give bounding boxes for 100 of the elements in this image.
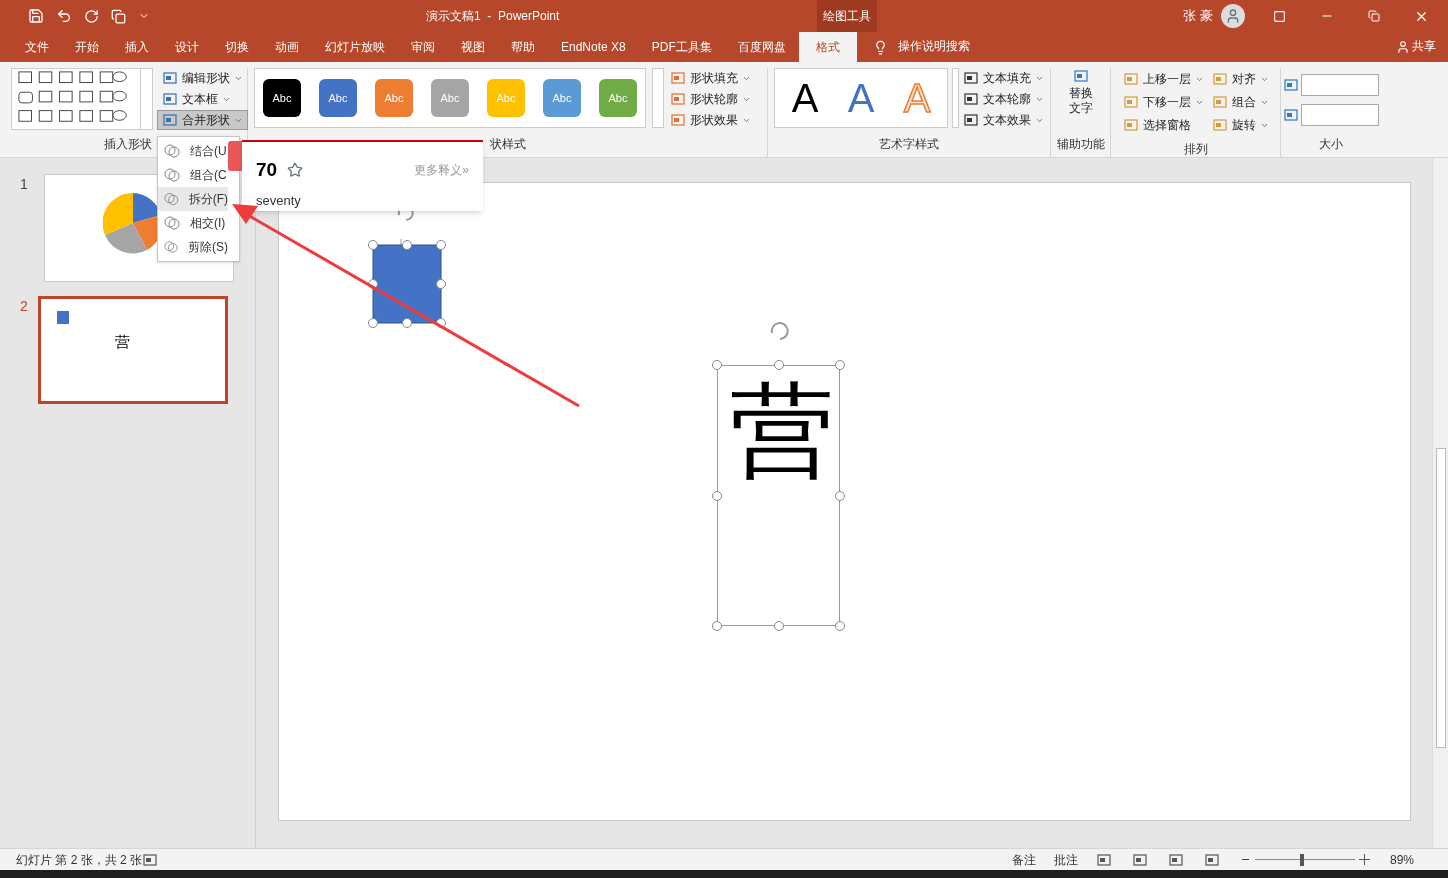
avatar[interactable] xyxy=(1221,4,1245,28)
save-icon[interactable] xyxy=(28,8,44,24)
ribbon-command[interactable]: 对齐 xyxy=(1211,68,1269,90)
ribbon-command[interactable]: 文本框 xyxy=(157,89,248,109)
window-title: 演示文稿1 - PowerPoint xyxy=(426,8,560,25)
wordart-sample[interactable]: A xyxy=(777,78,833,118)
command-icon xyxy=(1211,71,1228,87)
command-icon xyxy=(1122,94,1139,110)
ribbon-tab[interactable]: 插入 xyxy=(112,32,162,62)
gallery-scrollbar[interactable] xyxy=(141,68,153,130)
slide-text: 营 xyxy=(730,379,834,483)
ribbon-tab[interactable]: 帮助 xyxy=(498,32,548,62)
command-icon xyxy=(162,112,178,128)
ribbon-tab[interactable]: 设计 xyxy=(162,32,212,62)
ribbon-command[interactable]: 文本轮廓 xyxy=(963,89,1044,109)
group-label: 状样式 xyxy=(490,137,526,151)
gallery-scrollbar[interactable] xyxy=(652,68,664,128)
context-tab-label: 绘图工具 xyxy=(817,0,878,32)
ribbon-tab[interactable]: PDF工具集 xyxy=(638,32,725,62)
comments-button[interactable]: 批注 xyxy=(1053,850,1078,869)
ribbon-command[interactable]: 选择窗格 xyxy=(1122,114,1204,136)
ribbon-tab[interactable]: 文件 xyxy=(12,32,62,62)
wordart-sample[interactable]: A xyxy=(833,78,889,118)
ribbon-tab[interactable]: 视图 xyxy=(448,32,498,62)
ribbon-display-icon[interactable] xyxy=(1273,9,1286,23)
command-icon xyxy=(1122,117,1139,133)
shape-style-swatch[interactable]: Abc xyxy=(263,79,301,117)
undo-icon[interactable] xyxy=(56,8,72,24)
zoom-slider[interactable] xyxy=(1254,853,1355,866)
notes-button[interactable]: 备注 xyxy=(1011,850,1036,869)
ribbon-command[interactable]: 形状效果 xyxy=(670,110,751,130)
ribbon-tab[interactable]: 格式 xyxy=(798,32,857,62)
command-icon xyxy=(670,70,686,86)
zoom-in-icon[interactable] xyxy=(1358,854,1370,865)
ribbon-command[interactable]: 旋转 xyxy=(1211,114,1269,136)
square-shape xyxy=(57,311,69,324)
selected-rectangle[interactable] xyxy=(367,239,447,329)
zoom-level[interactable]: 89% xyxy=(1389,850,1414,869)
ribbon-tab[interactable]: 幻灯片放映 xyxy=(312,32,398,62)
command-icon xyxy=(1211,117,1228,133)
command-icon xyxy=(162,91,178,107)
ribbon-command[interactable]: 编辑形状 xyxy=(157,68,248,88)
menu-item[interactable]: 组合(C xyxy=(158,163,228,187)
ribbon-tab[interactable]: EndNote X8 xyxy=(548,32,639,62)
slide-thumbnail[interactable]: 营 xyxy=(38,296,228,404)
command-icon xyxy=(670,91,686,107)
alt-text-button[interactable]: 替换文字 xyxy=(1064,68,1097,116)
slide-number: 2 xyxy=(20,297,28,316)
ribbon-tab[interactable]: 开始 xyxy=(62,32,112,62)
command-icon xyxy=(162,70,178,86)
shape-gallery[interactable] xyxy=(11,68,141,130)
tell-me-search[interactable]: 操作说明搜索 xyxy=(897,37,970,55)
ribbon-tab[interactable]: 审阅 xyxy=(398,32,448,62)
ribbon-tab[interactable]: 切换 xyxy=(212,32,262,62)
lookup-word: 70 xyxy=(256,158,278,182)
command-icon xyxy=(1122,71,1139,87)
ribbon-command[interactable]: 合并形状 xyxy=(157,110,248,130)
gallery-scrollbar[interactable] xyxy=(952,68,959,128)
star-icon[interactable] xyxy=(287,162,304,179)
command-icon xyxy=(963,112,979,128)
group-label: 辅助功能 xyxy=(1056,137,1105,151)
slide-text: 营 xyxy=(115,332,130,352)
ribbon-command[interactable]: 组合 xyxy=(1211,91,1269,113)
command-icon xyxy=(1211,94,1228,110)
ribbon-command[interactable]: 下移一层 xyxy=(1122,91,1204,113)
redo-icon[interactable] xyxy=(84,8,99,24)
slide-number: 1 xyxy=(20,175,28,194)
command-icon xyxy=(963,91,979,107)
translation: seventy xyxy=(256,191,302,210)
share-button[interactable]: 共享 xyxy=(1412,37,1436,55)
width-field[interactable] xyxy=(1301,104,1379,126)
ribbon-tab[interactable]: 百度网盘 xyxy=(724,32,799,62)
ribbon-tab[interactable]: 动画 xyxy=(262,32,312,62)
group-label: 排列 xyxy=(1183,142,1208,156)
menu-item[interactable]: 剪除(S) xyxy=(158,235,228,259)
height-field[interactable] xyxy=(1301,74,1379,96)
restore-icon[interactable] xyxy=(1368,10,1380,22)
ribbon-command[interactable]: 文本效果 xyxy=(963,110,1044,130)
menu-item[interactable]: 拆分(F) xyxy=(158,187,228,211)
shape-style-swatch[interactable]: Abc xyxy=(319,79,357,117)
zoom-thumb[interactable] xyxy=(1299,853,1304,866)
group-label: 艺术字样式 xyxy=(879,137,939,151)
merge-icon xyxy=(164,191,179,207)
merge-icon xyxy=(164,239,178,255)
share-icon xyxy=(1396,40,1410,54)
ribbon-command[interactable]: 上移一层 xyxy=(1122,68,1204,90)
vertical-scrollbar[interactable] xyxy=(1432,158,1448,848)
ribbon-command[interactable]: 文本填充 xyxy=(963,68,1044,88)
group-label: 大小 xyxy=(1319,137,1343,151)
group-label: 插入形状 xyxy=(104,137,152,151)
command-icon xyxy=(670,112,686,128)
ribbon-command[interactable]: 形状轮廓 xyxy=(670,89,751,109)
menu-item[interactable]: 相交(I) xyxy=(158,211,228,235)
ribbon-command[interactable]: 形状填充 xyxy=(670,68,751,88)
selected-text-box[interactable] xyxy=(712,360,845,631)
user-name: 张 豪 xyxy=(1183,7,1213,26)
merge-icon xyxy=(164,167,180,183)
menu-item[interactable]: 结合(U xyxy=(158,139,228,163)
merge-icon xyxy=(164,215,180,231)
merge-icon xyxy=(164,143,180,159)
